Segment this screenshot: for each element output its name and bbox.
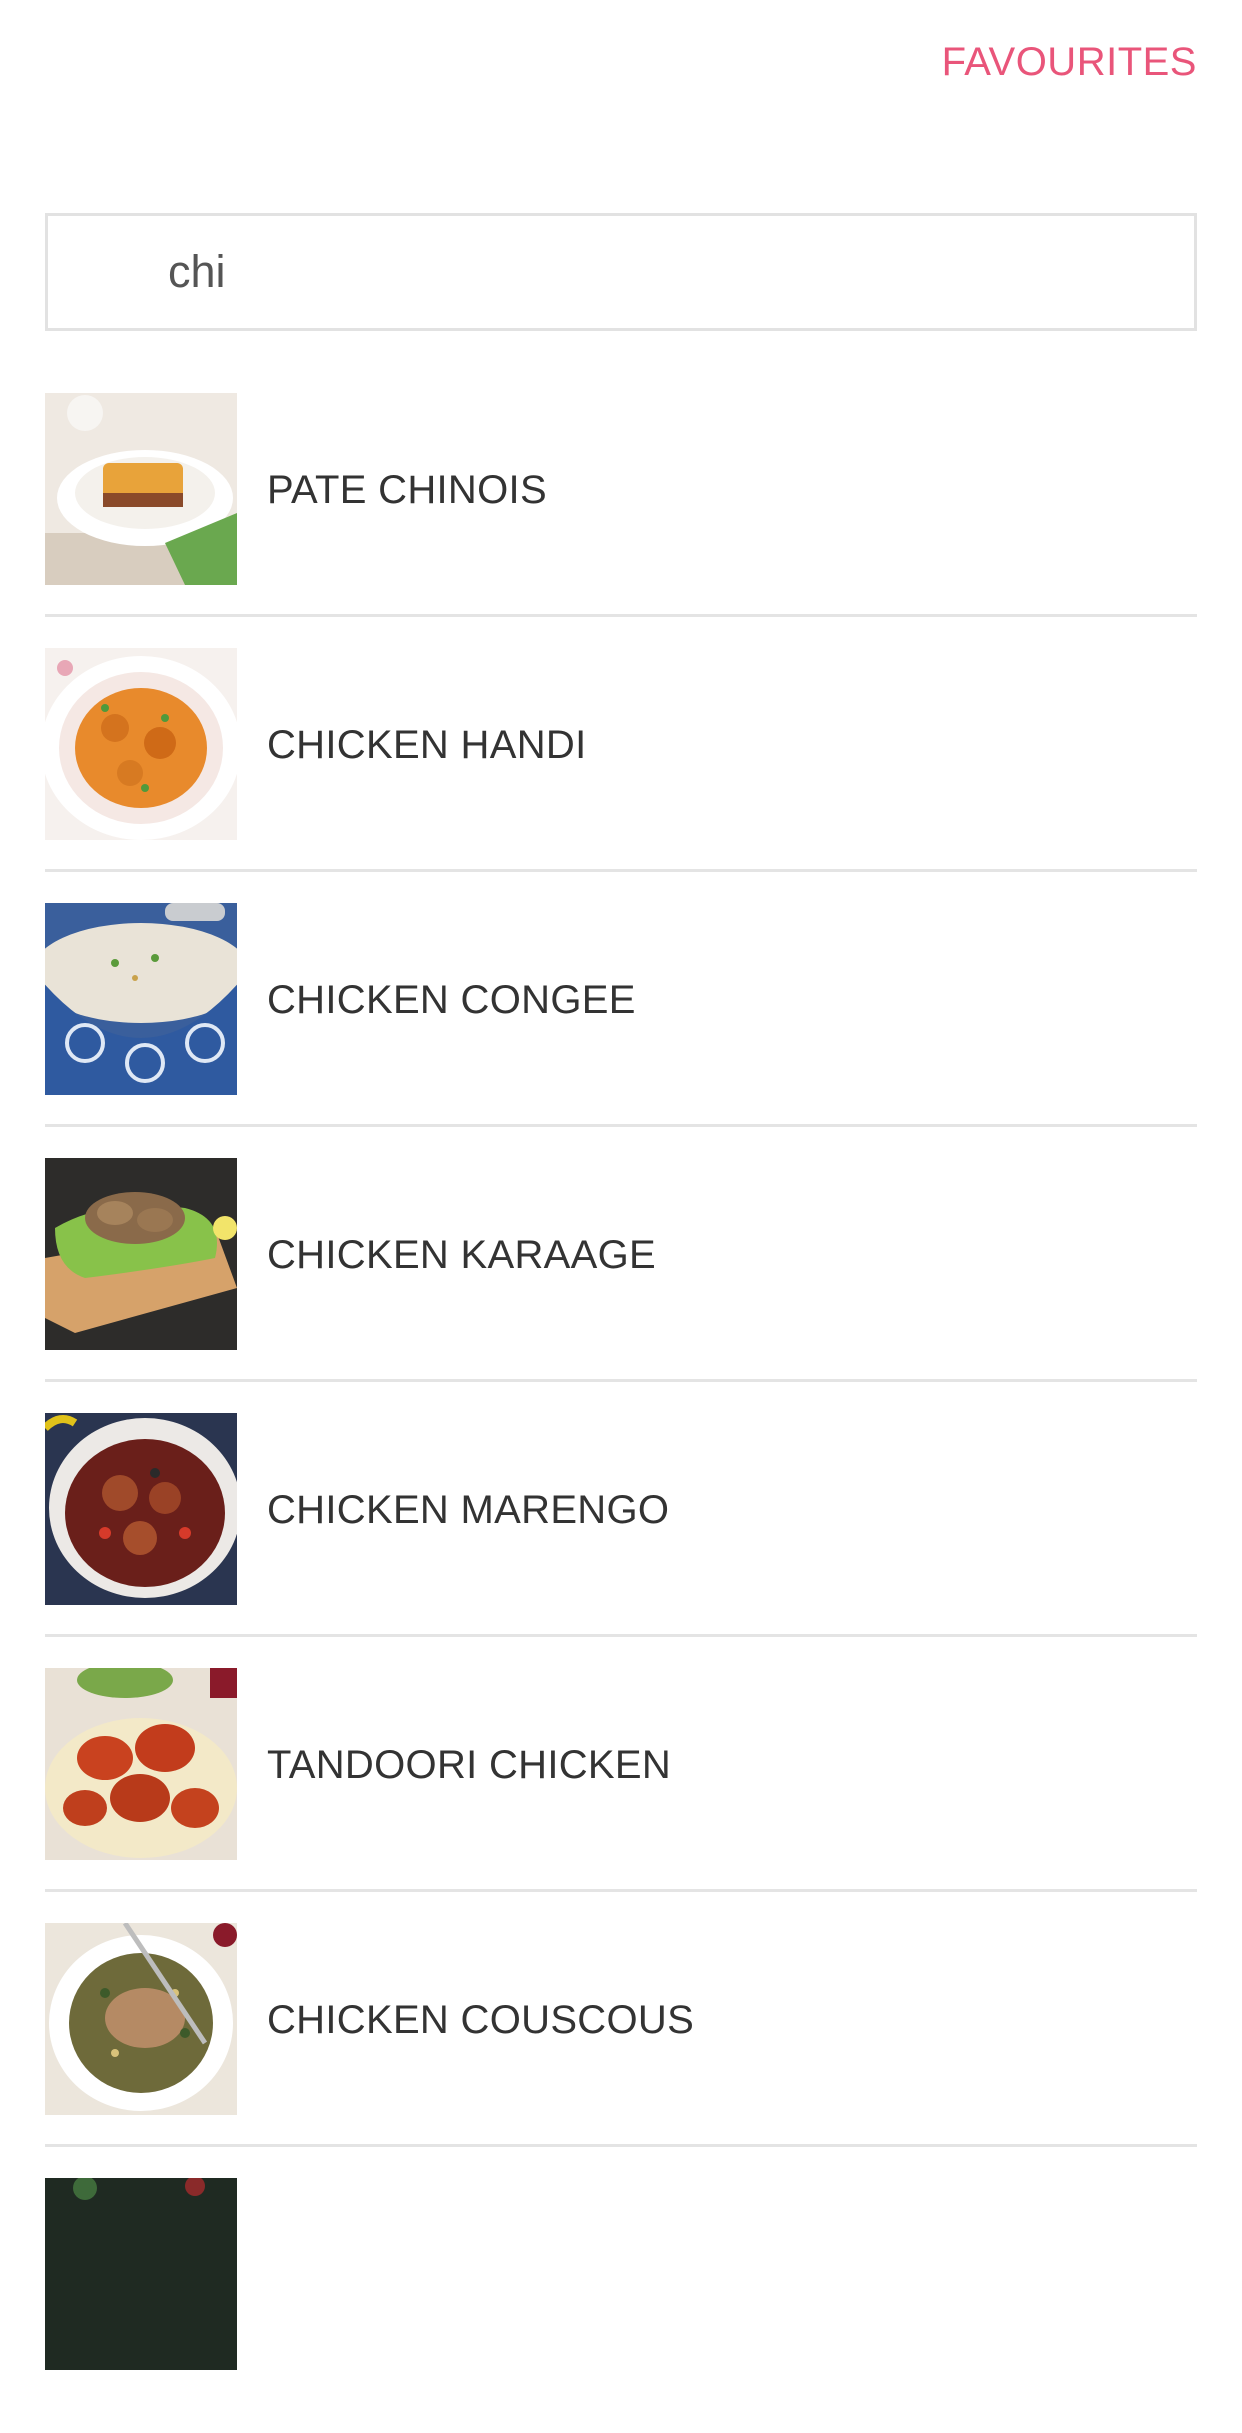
result-label: TANDOORI CHICKEN — [267, 1743, 672, 1787]
recipe-thumbnail — [45, 393, 237, 585]
row-divider — [45, 1634, 1197, 1637]
result-row-pate-chinois[interactable]: PATE CHINOIS — [45, 393, 1197, 648]
result-row-chicken-congee[interactable]: CHICKEN CONGEE — [45, 903, 1197, 1158]
result-label: PATE CHINOIS — [267, 468, 547, 512]
result-row-partial[interactable] — [45, 2178, 1197, 2433]
row-divider — [45, 614, 1197, 617]
row-divider — [45, 1124, 1197, 1127]
result-label: CHICKEN HANDI — [267, 723, 587, 767]
recipe-thumbnail — [45, 1923, 237, 2115]
recipe-thumbnail — [45, 648, 237, 840]
result-row-chicken-couscous[interactable]: CHICKEN COUSCOUS — [45, 1923, 1197, 2178]
recipe-thumbnail — [45, 1158, 237, 1350]
result-row-chicken-handi[interactable]: CHICKEN HANDI — [45, 648, 1197, 903]
search-input[interactable] — [168, 216, 1168, 328]
row-divider — [45, 2144, 1197, 2147]
recipe-thumbnail — [45, 1413, 237, 1605]
recipe-thumbnail — [45, 903, 237, 1095]
recipe-thumbnail — [45, 1668, 237, 1860]
result-row-tandoori-chicken[interactable]: TANDOORI CHICKEN — [45, 1668, 1197, 1923]
result-label: CHICKEN COUSCOUS — [267, 1998, 695, 2042]
row-divider — [45, 869, 1197, 872]
result-row-chicken-marengo[interactable]: CHICKEN MARENGO — [45, 1413, 1197, 1668]
result-row-chicken-karaage[interactable]: CHICKEN KARAAGE — [45, 1158, 1197, 1413]
search-box[interactable] — [45, 213, 1197, 331]
row-divider — [45, 1379, 1197, 1382]
result-label: CHICKEN KARAAGE — [267, 1233, 657, 1277]
top-bar: FAVOURITES — [0, 0, 1242, 130]
result-label: CHICKEN CONGEE — [267, 978, 636, 1022]
results-list: PATE CHINOIS CHICKEN HANDI CHICKEN CONGE… — [45, 393, 1197, 2433]
favourites-link[interactable]: FAVOURITES — [942, 38, 1197, 86]
result-label: CHICKEN MARENGO — [267, 1488, 670, 1532]
recipe-thumbnail — [45, 2178, 237, 2370]
row-divider — [45, 1889, 1197, 1892]
